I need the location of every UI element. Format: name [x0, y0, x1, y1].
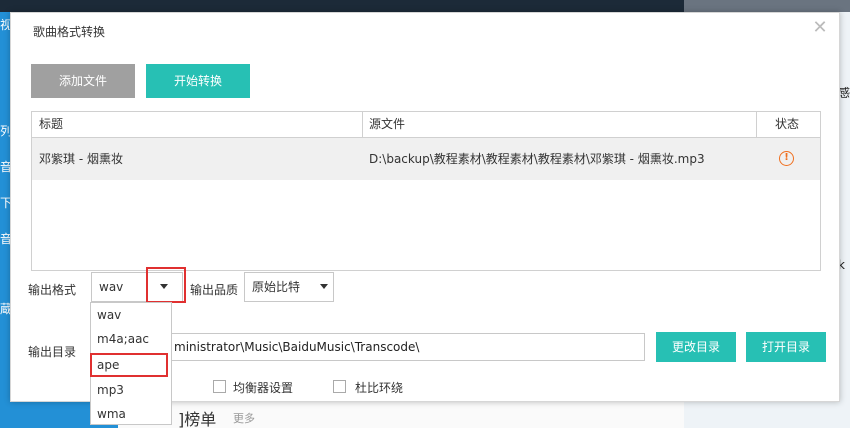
format-option[interactable]: mp3: [91, 378, 171, 402]
column-header-title[interactable]: 标题: [39, 112, 63, 137]
format-option[interactable]: m4a;aac: [91, 327, 171, 351]
option-highlight-box: [90, 353, 168, 377]
output-quality-label: 输出品质: [190, 283, 239, 297]
output-directory-input[interactable]: ministrator\Music\BaiduMusic\Transcode\: [171, 333, 645, 361]
row-source: D:\backup\教程素材\教程素材\教程素材\邓紫琪 - 烟熏妆.mp3: [369, 152, 705, 166]
column-divider[interactable]: [756, 112, 757, 137]
output-quality-select[interactable]: 原始比特: [244, 272, 334, 302]
output-directory-label: 输出目录: [28, 345, 77, 359]
change-directory-button[interactable]: 更改目录: [656, 332, 736, 362]
dolby-checkbox[interactable]: [333, 380, 346, 393]
add-file-button[interactable]: 添加文件: [31, 64, 135, 98]
equalizer-checkbox[interactable]: [213, 380, 226, 393]
output-quality-value: 原始比特: [252, 280, 301, 294]
equalizer-label: 均衡器设置: [233, 381, 294, 395]
close-icon[interactable]: ✕: [809, 17, 831, 39]
table-row[interactable]: 邓紫琪 - 烟熏妆 D:\backup\教程素材\教程素材\教程素材\邓紫琪 -…: [32, 138, 820, 180]
output-format-value: wav: [99, 280, 124, 294]
column-divider[interactable]: [362, 112, 363, 137]
output-format-label: 输出格式: [28, 283, 77, 297]
column-header-source[interactable]: 源文件: [369, 112, 405, 137]
table-header: 标题 源文件 状态: [32, 112, 820, 138]
background-rank-label: ]榜单: [178, 410, 217, 428]
background-more-link[interactable]: 更多: [233, 410, 255, 426]
column-header-status[interactable]: 状态: [775, 112, 799, 137]
start-convert-button[interactable]: 开始转换: [146, 64, 250, 98]
background-right-header: [684, 0, 850, 12]
dropdown-highlight-box: [146, 267, 186, 303]
dolby-label: 杜比环绕: [355, 381, 404, 395]
file-table: 标题 源文件 状态 邓紫琪 - 烟熏妆 D:\backup\教程素材\教程素材\…: [31, 111, 821, 271]
open-directory-button[interactable]: 打开目录: [746, 332, 826, 362]
format-option[interactable]: wma: [91, 402, 171, 426]
warning-icon[interactable]: !: [779, 151, 794, 166]
format-option[interactable]: wav: [91, 303, 171, 327]
dialog-title: 歌曲格式转换: [33, 25, 106, 39]
row-title: 邓紫琪 - 烟熏妆: [39, 152, 123, 166]
chevron-down-icon[interactable]: [320, 284, 328, 289]
